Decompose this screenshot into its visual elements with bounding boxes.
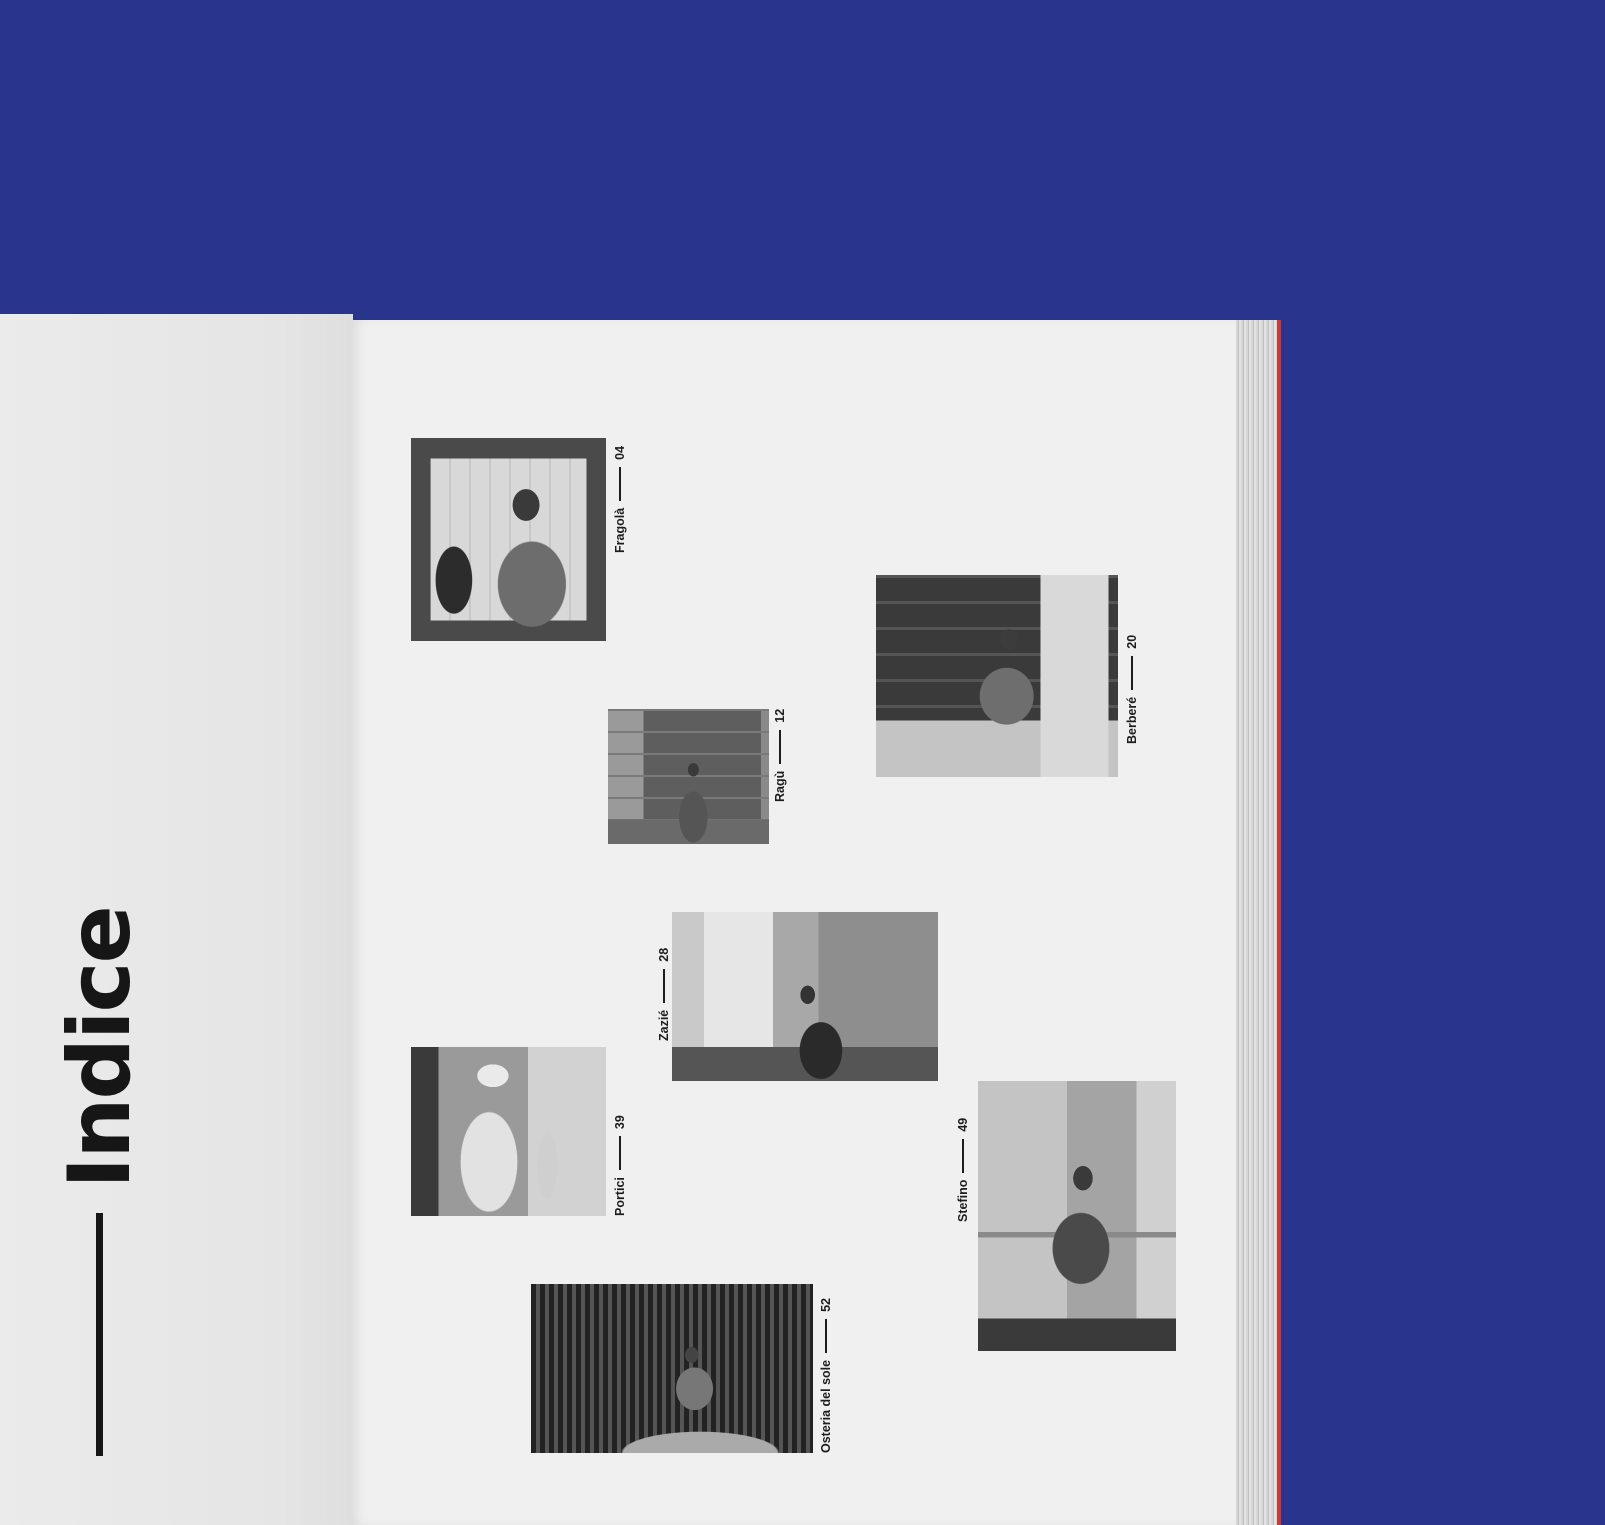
page-edge-accent [1277,320,1281,1525]
entry-rule [1131,655,1133,690]
entry-portici: Portici 39 [612,1115,628,1216]
entry-rule [962,1138,964,1173]
entry-name: Stefino [956,1179,970,1222]
entry-name: Ragù [773,770,787,802]
entry-rule [619,1136,621,1171]
index-title: Indice [50,907,150,1189]
entry-page: 28 [657,947,671,962]
entry-ragu: Ragù 12 [772,709,788,802]
entry-page: 04 [613,445,627,460]
entry-fragola: Fragolà 04 [612,446,628,553]
entry-zazie: Zazié 28 [656,948,672,1041]
entry-page: 39 [613,1115,627,1130]
entry-name: Osteria del sole [819,1359,833,1453]
entry-osteria-del-sole: Osteria del sole 52 [818,1298,834,1453]
photo-fragola [411,438,606,641]
photo-portici [411,1047,606,1216]
entry-name: Fragolà [613,507,627,553]
entry-rule [825,1318,827,1353]
page-edges [1236,320,1281,1525]
photo-stefino [978,1081,1176,1351]
photo-osteria-del-sole [531,1284,813,1453]
entry-name: Berberé [1125,696,1139,744]
photo-zazie [672,912,938,1081]
entry-rule [619,466,621,501]
entry-rule [663,968,665,1003]
entry-rule [779,729,781,764]
entry-page: 52 [819,1297,833,1312]
entry-page: 20 [1125,634,1139,649]
photo-ragu [608,709,769,844]
photo-berbere [876,575,1118,777]
title-rule [96,1213,103,1456]
entry-name: Portici [613,1177,627,1216]
entry-stefino: Stefino 49 [955,1118,971,1222]
entry-page: 49 [956,1117,970,1132]
entry-name: Zazié [657,1009,671,1041]
entry-berbere: Berberé 20 [1124,635,1140,744]
entry-page: 12 [773,708,787,723]
